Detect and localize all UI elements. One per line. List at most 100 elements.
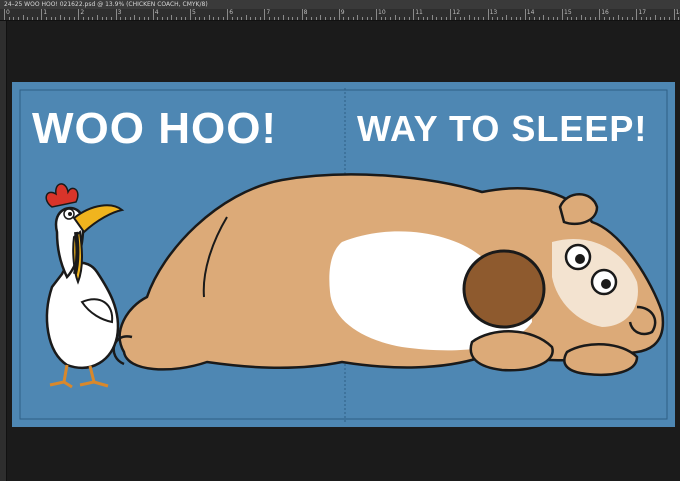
ruler-tick bbox=[255, 17, 257, 20]
ruler-tick bbox=[557, 17, 559, 20]
ruler-tick bbox=[650, 17, 652, 20]
ruler-tick bbox=[329, 17, 331, 20]
ruler-tick bbox=[399, 17, 401, 20]
ruler-label: 9 bbox=[340, 9, 345, 16]
ruler-tick bbox=[631, 17, 633, 20]
ruler-tick bbox=[36, 17, 38, 20]
ruler-tick bbox=[506, 15, 508, 20]
ruler-tick bbox=[269, 17, 271, 20]
ruler-tick bbox=[543, 15, 545, 20]
ruler-tick bbox=[278, 17, 280, 20]
ruler-tick bbox=[129, 17, 131, 20]
ruler-tick bbox=[245, 15, 247, 20]
artboard[interactable]: WOO HOO! WAY TO SLEEP! bbox=[12, 82, 675, 427]
ruler-tick bbox=[73, 17, 75, 20]
ruler-tick bbox=[190, 9, 191, 20]
ruler-tick bbox=[227, 9, 229, 20]
ruler-tick bbox=[473, 17, 475, 20]
ruler-tick bbox=[283, 15, 284, 20]
ruler-tick bbox=[92, 17, 94, 20]
ruler-tick bbox=[8, 17, 10, 20]
ruler-tick bbox=[334, 17, 336, 20]
ruler-tick bbox=[287, 17, 289, 20]
sleeping-dog bbox=[112, 173, 665, 377]
vertical-ruler[interactable] bbox=[0, 21, 7, 481]
ruler-label: 4 bbox=[154, 9, 159, 16]
horizontal-ruler[interactable]: 0123456789101112131415161718 bbox=[0, 9, 680, 21]
ruler-tick bbox=[171, 15, 173, 20]
ruler-tick bbox=[487, 9, 489, 20]
ruler-tick bbox=[59, 15, 61, 20]
canvas-area[interactable]: WOO HOO! WAY TO SLEEP! bbox=[7, 21, 680, 481]
ruler-tick bbox=[124, 17, 126, 20]
headline-way-to-sleep: WAY TO SLEEP! bbox=[357, 108, 648, 149]
ruler-tick bbox=[380, 17, 382, 20]
ruler-tick bbox=[441, 17, 443, 20]
ruler-tick bbox=[371, 17, 373, 20]
ruler-label: 14 bbox=[526, 9, 535, 16]
ruler-label: 17 bbox=[638, 9, 647, 16]
ruler-tick bbox=[589, 17, 591, 20]
ruler-tick bbox=[436, 17, 438, 20]
ruler-tick bbox=[148, 17, 150, 20]
ruler-tick bbox=[120, 17, 122, 20]
ruler-label: 15 bbox=[564, 9, 572, 16]
ruler-tick bbox=[22, 15, 24, 20]
ruler-tick bbox=[306, 17, 308, 20]
ruler-tick bbox=[482, 17, 484, 20]
ruler-tick bbox=[338, 9, 340, 20]
ruler-tick bbox=[55, 17, 57, 20]
ruler-tick bbox=[529, 17, 531, 20]
document-tab-title[interactable]: 24–25 WOO HOO! 021622.psd @ 13.9% (CHICK… bbox=[0, 0, 680, 9]
ruler-label: 2 bbox=[80, 9, 85, 16]
ruler-tick bbox=[296, 17, 298, 20]
ruler-label: 3 bbox=[117, 9, 122, 16]
ruler-tick bbox=[678, 17, 680, 20]
ruler-tick bbox=[413, 9, 415, 20]
ruler-tick bbox=[301, 9, 303, 20]
ruler-tick bbox=[324, 17, 326, 20]
ruler-tick bbox=[608, 17, 610, 20]
ruler-tick bbox=[17, 17, 19, 20]
ruler-tick bbox=[459, 17, 461, 20]
ruler-tick bbox=[641, 17, 643, 20]
ruler-tick bbox=[534, 17, 536, 20]
ruler-tick bbox=[655, 15, 656, 20]
ruler-tick bbox=[13, 17, 15, 20]
ruler-tick bbox=[250, 17, 252, 20]
ruler-tick bbox=[389, 17, 391, 20]
ruler-tick bbox=[501, 17, 503, 20]
ruler-tick bbox=[357, 15, 359, 20]
ruler-tick bbox=[180, 17, 182, 20]
ruler-tick bbox=[385, 17, 387, 20]
ruler-tick bbox=[185, 17, 187, 20]
ruler-label: 6 bbox=[229, 9, 234, 16]
ruler-tick bbox=[636, 9, 638, 20]
ruler-tick bbox=[152, 9, 154, 20]
ruler-tick bbox=[594, 17, 596, 20]
ruler-tick bbox=[199, 17, 201, 20]
ruler-tick bbox=[45, 17, 47, 20]
ruler-tick bbox=[310, 17, 312, 20]
ruler-tick bbox=[166, 17, 168, 20]
ruler-tick bbox=[31, 17, 33, 20]
ruler-tick bbox=[422, 17, 424, 20]
ruler-label: 11 bbox=[415, 9, 423, 16]
headline-woo-hoo: WOO HOO! bbox=[32, 104, 278, 153]
ruler-tick bbox=[562, 9, 563, 20]
ruler-tick bbox=[445, 17, 447, 20]
ruler-tick bbox=[203, 17, 205, 20]
ruler-tick bbox=[603, 17, 605, 20]
ruler-label: 18 bbox=[675, 9, 680, 16]
ruler-tick bbox=[64, 17, 66, 20]
ruler-tick bbox=[194, 17, 196, 20]
ruler-tick bbox=[668, 17, 670, 20]
ruler-tick bbox=[320, 15, 322, 20]
ruler-tick bbox=[138, 17, 140, 20]
ruler-tick bbox=[236, 17, 238, 20]
ruler-tick bbox=[403, 17, 405, 20]
ruler-tick bbox=[348, 17, 350, 20]
ruler-tick bbox=[627, 17, 629, 20]
ruler-tick bbox=[241, 17, 243, 20]
ruler-label: 16 bbox=[601, 9, 609, 16]
